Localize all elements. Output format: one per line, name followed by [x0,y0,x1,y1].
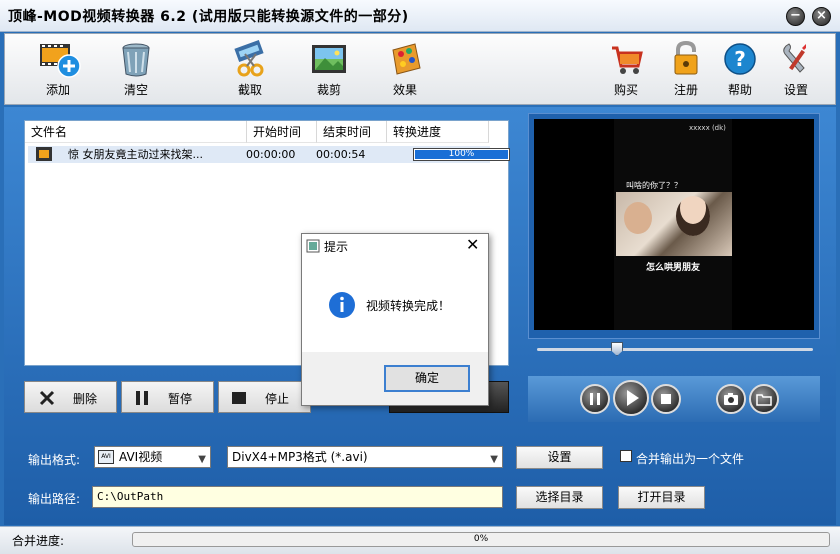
dialog-close-icon[interactable]: ✕ [466,235,479,254]
delete-label: 删除 [73,392,98,406]
video-preview: xxxxx (dk) 叫啥的你了？？ 怎么哄男朋友 [534,119,814,330]
merge-progress-bar: 0% [132,532,830,547]
column-end-time[interactable]: 结束时间 [317,121,387,143]
trash-can-icon [116,40,156,78]
pause-button[interactable]: 暂停 [121,381,214,413]
info-icon [329,292,355,318]
merge-checkbox[interactable] [620,450,632,462]
help-label: 帮助 [727,83,752,97]
scissors-film-icon [230,39,270,78]
dialog-title: 提示 [324,240,349,254]
x-icon [39,390,55,406]
palette-icon [385,40,425,78]
column-progress[interactable]: 转换进度 [387,121,489,143]
seek-slider[interactable] [537,348,813,351]
register-button[interactable]: 注册 [655,40,717,98]
crop-button[interactable]: 裁剪 [298,40,360,98]
close-button[interactable]: × [812,7,831,26]
format-settings-button[interactable]: 设置 [516,446,603,469]
row-progress-bar: 100% [413,148,510,161]
row-progress-text: 100% [448,149,475,159]
capture-button[interactable]: 截取 [219,39,281,98]
open-directory-button[interactable]: 打开目录 [618,486,705,509]
picture-frame-icon [309,40,349,78]
output-path-label: 输出路径: [28,492,81,506]
settings-button[interactable]: 设置 [765,40,827,98]
row-end-time: 00:00:54 [316,148,366,161]
help-globe-icon: ? [720,40,760,78]
output-format-label: 输出格式: [28,453,81,467]
delete-button[interactable]: 删除 [24,381,117,413]
pause-icon [590,393,600,405]
message-dialog: 提示 ✕ 视频转换完成！ 确定 [301,233,489,406]
row-start-time: 00:00:00 [246,148,296,161]
chevron-down-icon: ▼ [198,454,206,465]
add-label: 添加 [45,83,70,97]
app-icon [306,239,320,253]
dialog-title-bar: 提示 ✕ [302,234,488,258]
buy-label: 购买 [613,83,638,97]
wrench-screwdriver-icon [776,40,816,78]
folder-icon [756,394,772,406]
codec-select[interactable]: DivX4+MP3格式 (*.avi) ▼ [227,446,503,468]
buy-button[interactable]: 购买 [595,40,657,98]
face-right [676,196,710,236]
toolbar: 添加 清空 截取 裁剪 效果 购买 注册 ? 帮助 设置 [4,33,836,105]
choose-directory-button[interactable]: 选择目录 [516,486,603,509]
player-play-button[interactable] [613,380,649,416]
player-stop-button[interactable] [651,384,681,414]
snapshot-button[interactable] [716,384,746,414]
open-folder-button[interactable] [749,384,779,414]
help-button[interactable]: ? 帮助 [709,40,771,98]
minimize-button[interactable]: − [786,7,805,26]
player-pause-button[interactable] [580,384,610,414]
stop-icon [232,392,246,404]
table-row[interactable]: 惊 女朋友竟主动过来找架... 00:00:00 00:00:54 100% [28,146,510,166]
merge-label: 合并输出为一个文件 [636,452,745,466]
column-filename[interactable]: 文件名 [25,121,247,143]
video-scene [616,192,732,256]
capture-label: 截取 [237,83,262,97]
settings-label: 设置 [783,83,808,97]
crop-label: 裁剪 [316,83,341,97]
pause-label: 暂停 [168,392,193,406]
film-icon [36,147,52,166]
effect-button[interactable]: 效果 [374,40,436,98]
chevron-down-icon: ▼ [490,454,498,465]
avi-file-icon: AVI [98,450,114,464]
face-left [624,202,652,234]
play-icon [627,390,639,406]
register-label: 注册 [673,83,698,97]
column-start-time[interactable]: 开始时间 [247,121,317,143]
output-path-field[interactable]: C:\OutPath [92,486,503,508]
video-caption-bottom: 怎么哄男朋友 [646,263,701,273]
stop-button[interactable]: 停止 [218,381,311,413]
clear-label: 清空 [123,83,148,97]
codec-value: DivX4+MP3格式 (*.avi) [232,450,368,464]
effect-label: 效果 [392,83,417,97]
stop-label: 停止 [265,392,290,406]
title-bar: 顶峰-MOD视频转换器 6.2 (试用版只能转换源文件的一部分) − × [0,0,840,32]
format-value: AVI视频 [119,450,163,464]
video-corner-text: xxxxx (dk) [689,124,726,132]
ok-button[interactable]: 确定 [384,365,470,392]
format-select[interactable]: AVI AVI视频 ▼ [94,446,211,468]
pause-icon [136,391,148,405]
stop-icon [661,394,671,404]
dialog-message: 视频转换完成！ [366,299,451,313]
clear-button[interactable]: 清空 [105,40,167,98]
camera-icon [724,393,738,405]
svg-text:?: ? [734,47,746,71]
film-add-icon [38,40,81,78]
window-title: 顶峰-MOD视频转换器 6.2 (试用版只能转换源文件的一部分) [8,9,409,25]
lock-icon [666,40,706,78]
dialog-body: 视频转换完成！ [302,258,488,352]
add-button[interactable]: 添加 [27,40,89,98]
merge-progress-label: 合并进度: [12,534,65,548]
shopping-cart-icon [606,40,646,78]
video-caption-top: 叫啥的你了？？ [626,181,682,190]
row-filename: 惊 女朋友竟主动过来找架... [68,148,203,161]
